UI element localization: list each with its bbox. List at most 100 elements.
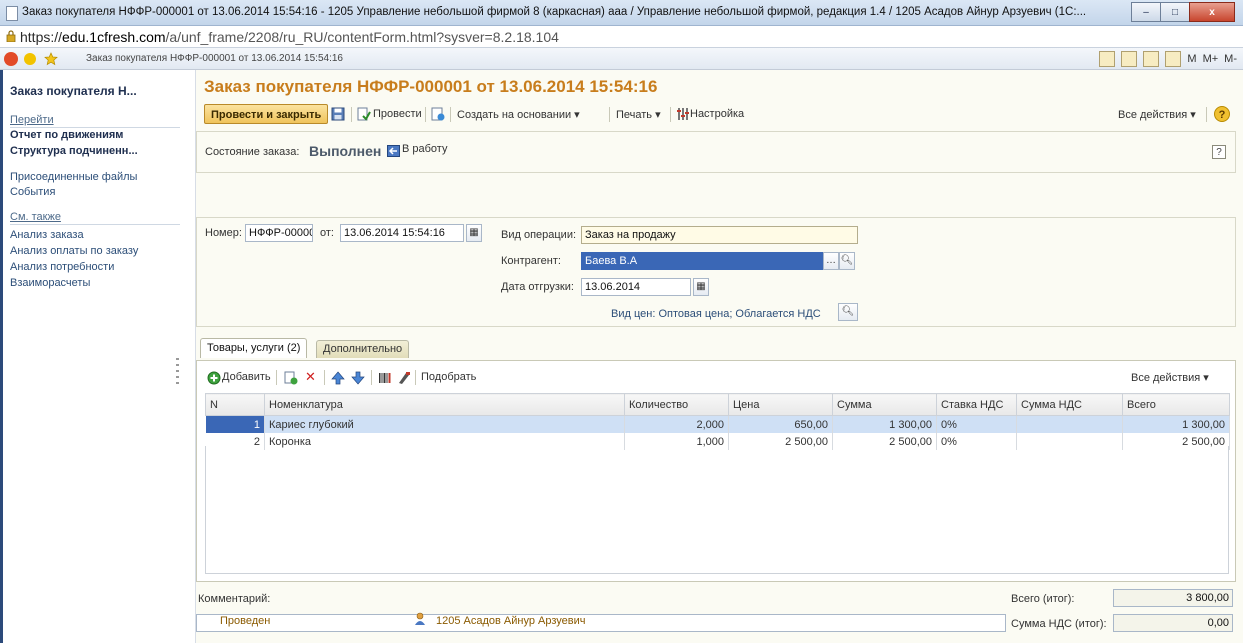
operation-type-field[interactable]: Заказ на продажу: [581, 226, 858, 244]
counterparty-select-button[interactable]: …: [823, 252, 839, 270]
add-icon: [207, 371, 221, 385]
posted-status: Проведен: [220, 615, 271, 627]
date-field[interactable]: 13.06.2014 15:54:16: [340, 224, 464, 242]
column-header-amount[interactable]: Сумма: [832, 393, 937, 416]
status-help-icon[interactable]: ?: [1212, 145, 1226, 159]
cell-n[interactable]: 1: [205, 415, 265, 433]
number-field[interactable]: НФФР-000001: [245, 224, 313, 242]
save-icon[interactable]: [331, 107, 345, 121]
nav-divider: [10, 224, 180, 225]
history-icon[interactable]: [1121, 51, 1138, 67]
table-all-actions-menu[interactable]: Все действия ▾: [1131, 371, 1209, 384]
tab-goods-services[interactable]: Товары, услуги (2): [200, 338, 308, 358]
nav-item-settlements[interactable]: Взаиморасчеты: [10, 277, 90, 289]
settings-button[interactable]: Настройка: [690, 108, 744, 120]
post-button[interactable]: Провести: [373, 108, 422, 120]
counterparty-open-icon[interactable]: 🔍︎: [839, 252, 855, 270]
browser-tab-title[interactable]: Заказ покупателя НФФР-000001 от 13.06.20…: [86, 53, 343, 64]
post-and-close-button[interactable]: Провести и закрыть: [204, 104, 329, 124]
order-status-label: Состояние заказа:: [205, 146, 300, 158]
move-down-icon[interactable]: [351, 371, 365, 385]
shipment-date-field[interactable]: 13.06.2014: [581, 278, 691, 296]
nav-document-link[interactable]: Заказ покупателя Н...: [10, 84, 137, 98]
close-button[interactable]: x: [1189, 2, 1235, 22]
nav-item-movements-report[interactable]: Отчет по движениям: [10, 129, 123, 141]
settings-icon: [677, 108, 689, 120]
nav-item-subordination-structure[interactable]: Структура подчиненн...: [10, 145, 138, 157]
address-bar[interactable]: https://edu.1cfresh.com/a/unf_frame/2208…: [0, 26, 1243, 48]
nav-item-order-analysis[interactable]: Анализ заказа: [10, 229, 84, 241]
memory-m-button[interactable]: M: [1187, 53, 1196, 65]
toolbar-divider: [609, 107, 610, 122]
nav-item-attached-files[interactable]: Присоединенные файлы: [10, 171, 137, 183]
nav-see-also-section: См. также: [10, 211, 61, 223]
cell-amount[interactable]: 1 300,00: [832, 415, 937, 433]
column-header-vat-rate[interactable]: Ставка НДС: [936, 393, 1017, 416]
tab-additional[interactable]: Дополнительно: [316, 340, 410, 358]
form-footer: Комментарий: Всего (итог): 3 800,00 Сумм…: [196, 582, 1236, 643]
maximize-button[interactable]: □: [1160, 2, 1190, 22]
movements-icon[interactable]: [431, 107, 445, 121]
pick-items-button[interactable]: Подобрать: [421, 371, 476, 383]
document-header-panel: Номер: НФФР-000001 от: 13.06.2014 15:54:…: [196, 217, 1236, 327]
barcode-icon[interactable]: [378, 371, 392, 385]
cell-vat-rate[interactable]: 0%: [936, 415, 1017, 433]
comment-field[interactable]: [196, 614, 1006, 632]
calendar-icon[interactable]: ▦: [466, 224, 482, 242]
nav-item-payment-analysis[interactable]: Анализ оплаты по заказу: [10, 245, 138, 257]
url-text[interactable]: https://edu.1cfresh.com/a/unf_frame/2208…: [20, 29, 559, 45]
cell-vat-amount[interactable]: [1016, 415, 1123, 433]
url-scheme: https://: [20, 29, 63, 45]
panel-resize-handle[interactable]: [176, 358, 179, 388]
create-based-on-button[interactable]: Создать на основании ▾: [457, 108, 580, 121]
cell-price[interactable]: 650,00: [728, 415, 833, 433]
calculator-icon[interactable]: [1143, 51, 1160, 67]
calendar-icon[interactable]: [1165, 51, 1182, 67]
calendar-icon[interactable]: ▦: [693, 278, 709, 296]
move-up-icon[interactable]: [331, 371, 345, 385]
cell-item[interactable]: Кариес глубокий: [264, 415, 625, 433]
favorites-star-icon[interactable]: [44, 52, 58, 66]
column-header-n[interactable]: N: [205, 393, 265, 416]
table-all-actions-label: Все действия: [1131, 372, 1201, 384]
print-button[interactable]: Печать ▾: [616, 108, 661, 121]
cell-quantity[interactable]: 2,000: [624, 415, 729, 433]
favorites-icon[interactable]: [1099, 51, 1116, 67]
toolbar-divider: [324, 370, 325, 385]
to-work-button[interactable]: В работу: [402, 143, 447, 155]
app-logo-icon[interactable]: [4, 52, 18, 66]
memory-minus-button[interactable]: M-: [1224, 53, 1237, 65]
author-name: 1205 Асадов Айнур Арзуевич: [436, 615, 586, 627]
all-actions-menu[interactable]: Все действия ▾: [1118, 108, 1196, 121]
counterparty-field[interactable]: Баева В.А: [581, 252, 823, 270]
delete-icon[interactable]: ✕: [305, 369, 316, 385]
create-based-on-label: Создать на основании: [457, 109, 572, 121]
url-path: /a/unf_frame/2208/ru_RU/contentForm.html…: [165, 29, 559, 45]
column-header-item[interactable]: Номенклатура: [264, 393, 625, 416]
table-command-bar: Добавить ✕ Подобрать Все действия ▾: [207, 369, 1227, 387]
column-header-price[interactable]: Цена: [728, 393, 833, 416]
cell-total[interactable]: 1 300,00: [1122, 415, 1230, 433]
table-row[interactable]: 1 Кариес глубокий 2,000 650,00 1 300,00 …: [205, 415, 1230, 433]
number-label: Номер:: [205, 227, 242, 239]
price-type-search-icon[interactable]: 🔍︎: [838, 303, 858, 321]
copy-icon[interactable]: [284, 371, 298, 385]
scanner-icon[interactable]: [397, 371, 411, 385]
vat-total-field: 0,00: [1113, 614, 1233, 632]
menu-dropdown-icon[interactable]: [24, 53, 36, 65]
help-icon[interactable]: ?: [1214, 106, 1230, 122]
nav-item-demand-analysis[interactable]: Анализ потребности: [10, 261, 114, 273]
memory-plus-button[interactable]: M+: [1203, 53, 1219, 65]
add-row-button[interactable]: Добавить: [222, 371, 271, 383]
minimize-button[interactable]: –: [1131, 2, 1161, 22]
price-type-link[interactable]: Вид цен: Оптовая цена; Облагается НДС: [611, 308, 821, 320]
to-work-icon: [387, 145, 400, 157]
table-empty-area[interactable]: [205, 446, 1229, 574]
column-header-quantity[interactable]: Количество: [624, 393, 729, 416]
page-title: Заказ покупателя НФФР-000001 от 13.06.20…: [204, 77, 658, 96]
url-domain: edu.1cfresh.com: [62, 29, 166, 45]
window-title: Заказ покупателя НФФР-000001 от 13.06.20…: [22, 6, 1087, 18]
column-header-total[interactable]: Всего: [1122, 393, 1230, 416]
column-header-vat-amount[interactable]: Сумма НДС: [1016, 393, 1123, 416]
nav-item-events[interactable]: События: [10, 186, 55, 198]
